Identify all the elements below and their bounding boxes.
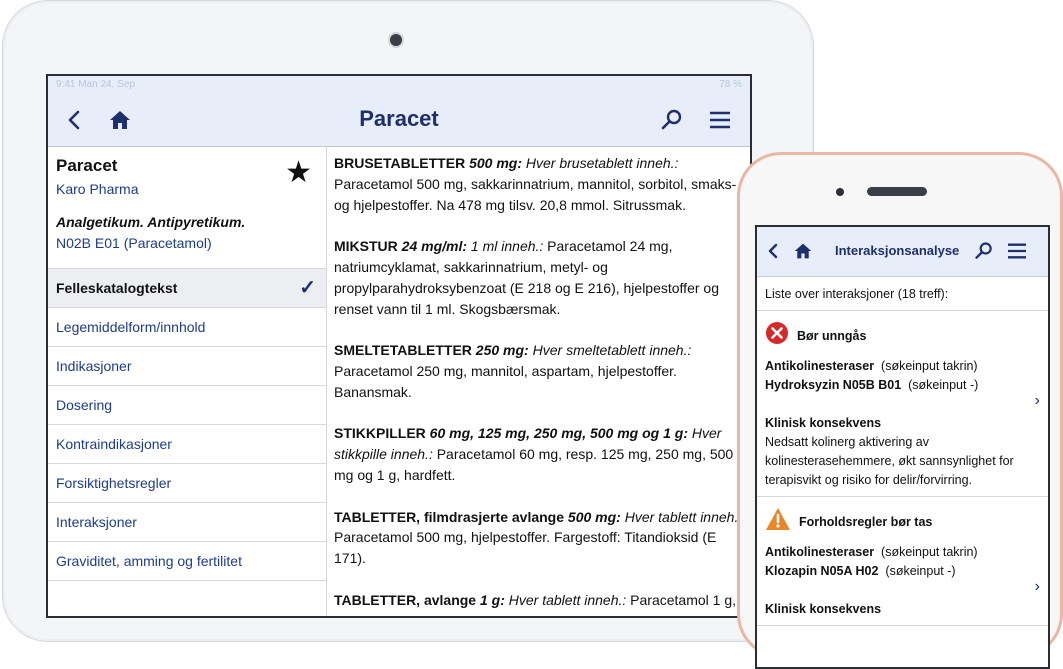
strength: 60 mg, 125 mg, 250 mg, 500 mg og 1 g: bbox=[425, 425, 688, 442]
content-body: Paracetamol 250 mg, mannitol, aspartam, … bbox=[334, 362, 677, 400]
interacting-drug-1: Antikolinesteraser (søkeinput takrin) bbox=[765, 543, 1040, 562]
menu-item-interaksjoner[interactable]: Interaksjoner bbox=[48, 503, 326, 542]
menu-icon[interactable] bbox=[706, 107, 734, 133]
chevron-right-icon[interactable]: › bbox=[1035, 577, 1040, 596]
content-paragraph: STIKKPILLER 60 mg, 125 mg, 250 mg, 500 m… bbox=[334, 423, 744, 485]
drug-name: Antikolinesteraser bbox=[765, 545, 875, 559]
phone-speaker bbox=[867, 187, 927, 196]
menu-item-graviditet[interactable]: Graviditet, amming og fertilitet bbox=[48, 542, 326, 581]
monograph-text: BRUSETABLETTER 500 mg: Hver brusetablett… bbox=[328, 147, 750, 616]
severity-label: Bør unngås bbox=[797, 328, 867, 343]
tablet-screen: 9:41 Man 24. Sep 78 % Paracet Paracet Ka… bbox=[46, 74, 752, 618]
content-intro: Hver tablett inneh.: bbox=[620, 508, 743, 525]
favorite-star-icon[interactable]: ★ bbox=[285, 155, 312, 190]
checkmark-icon: ✓ bbox=[299, 277, 316, 299]
menu-item-legemiddelform[interactable]: Legemiddelform/innhold bbox=[48, 308, 326, 347]
strength: 500 mg: bbox=[465, 155, 522, 171]
menu-item-kontraindikasjoner[interactable]: Kontraindikasjoner bbox=[48, 425, 326, 464]
phone-screen: Interaksjonsanalyse Liste over interaksj… bbox=[755, 225, 1050, 669]
interacting-drug-2: Klozapin N05A H02 (søkeinput -) bbox=[765, 562, 1040, 581]
avoid-error-icon bbox=[765, 321, 789, 351]
tablet-camera bbox=[390, 34, 402, 46]
severity-label: Forholdsregler bør tas bbox=[799, 514, 933, 529]
tablet-nav-bar: Paracet bbox=[48, 94, 750, 147]
drug-atc-link[interactable]: N02B E01 (Paracetamol) bbox=[56, 235, 318, 251]
page-title: Paracet bbox=[359, 106, 439, 131]
phone-camera bbox=[836, 188, 844, 196]
drug-class: Analgetikum. Antipyretikum. bbox=[56, 214, 246, 230]
consequence-text: Nedsatt kolinerg aktivering av kolineste… bbox=[765, 435, 1014, 487]
search-input-note: (søkeinput -) bbox=[885, 564, 956, 578]
consequence-title: Klinisk konsekvens bbox=[765, 416, 882, 430]
menu-item-label: Forsiktighetsregler bbox=[56, 475, 172, 491]
interaction-card[interactable]: Forholdsregler bør tas Antikolinesterase… bbox=[757, 497, 1048, 626]
strength: 250 mg: bbox=[471, 342, 529, 359]
menu-item-label: Graviditet, amming og fertilitet bbox=[56, 553, 242, 569]
form-name: BRUSETABLETTER bbox=[334, 155, 466, 171]
phone-device: Interaksjonsanalyse Liste over interaksj… bbox=[737, 152, 1063, 669]
menu-icon[interactable] bbox=[1007, 242, 1027, 260]
search-input-note: (søkeinput takrin) bbox=[881, 359, 978, 373]
form-name: TABLETTER, filmdrasjerte avlange bbox=[334, 508, 565, 525]
menu-item-forsiktighetsregler[interactable]: Forsiktighetsregler bbox=[48, 464, 326, 503]
drug-name: Paracet bbox=[56, 156, 118, 175]
strength: 24 mg/ml: bbox=[397, 238, 468, 255]
menu-item-felleskatalogtekst[interactable]: Felleskatalogtekst ✓ bbox=[48, 269, 326, 308]
search-icon[interactable] bbox=[658, 107, 686, 133]
interaction-list-header: Liste over interaksjoner (18 treff): bbox=[757, 277, 1048, 311]
menu-item-label: Felleskatalogtekst bbox=[56, 280, 178, 296]
menu-item-empty bbox=[48, 581, 326, 616]
interacting-drug-2: Hydroksyzin N05B B01 (søkeinput -) bbox=[765, 376, 1040, 395]
menu-item-indikasjoner[interactable]: Indikasjoner bbox=[48, 347, 326, 386]
menu-item-label: Interaksjoner bbox=[56, 514, 137, 530]
menu-item-label: Legemiddelform/innhold bbox=[56, 319, 206, 335]
menu-item-dosering[interactable]: Dosering bbox=[48, 386, 326, 425]
content-body: Paracetamol 500 mg, hjelpestoffer. Farge… bbox=[334, 529, 717, 567]
content-intro: Hver smeltetablett inneh.: bbox=[528, 342, 692, 359]
interaction-card[interactable]: Bør unngås Antikolinesteraser (søkeinput… bbox=[757, 311, 1048, 497]
strength: 1 g: bbox=[476, 591, 505, 608]
tablet-device: 9:41 Man 24. Sep 78 % Paracet Paracet Ka… bbox=[2, 0, 814, 642]
form-name: TABLETTER, avlange bbox=[334, 591, 477, 608]
drug-company-link[interactable]: Karo Pharma bbox=[56, 181, 318, 197]
status-time: 9:41 Man 24. Sep bbox=[56, 79, 135, 90]
content-intro: Hver tablett inneh.: bbox=[504, 591, 627, 608]
content-paragraph: BRUSETABLETTER 500 mg: Hver brusetablett… bbox=[334, 153, 744, 215]
status-battery: 78 % bbox=[719, 79, 742, 90]
interacting-drug-1: Antikolinesteraser (søkeinput takrin) bbox=[765, 357, 1040, 376]
warning-icon bbox=[765, 507, 791, 537]
section-menu: Felleskatalogtekst ✓ Legemiddelform/innh… bbox=[48, 268, 326, 616]
content-intro: 1 ml inneh.: bbox=[467, 238, 544, 255]
form-name: MIKSTUR bbox=[334, 238, 398, 255]
content-paragraph: MIKSTUR 24 mg/ml: 1 ml inneh.: Paracetam… bbox=[334, 236, 744, 319]
chevron-right-icon[interactable]: › bbox=[1035, 391, 1040, 410]
form-name: SMELTETABLETTER bbox=[334, 342, 472, 359]
search-input-note: (søkeinput -) bbox=[908, 378, 979, 392]
drug-name: Klozapin N05A H02 bbox=[765, 564, 879, 578]
content-paragraph: TABLETTER, avlange 1 g: Hver tablett inn… bbox=[334, 590, 744, 616]
drug-header: Paracet Karo Pharma ★ Analgetikum. Antip… bbox=[48, 147, 326, 257]
tablet-status-bar: 9:41 Man 24. Sep 78 % bbox=[48, 76, 750, 94]
search-input-note: (søkeinput takrin) bbox=[881, 545, 978, 559]
phone-page-title: Interaksjonsanalyse bbox=[835, 243, 960, 258]
drug-name: Hydroksyzin N05B B01 bbox=[765, 378, 902, 392]
back-icon[interactable] bbox=[767, 243, 779, 259]
sidebar: Paracet Karo Pharma ★ Analgetikum. Antip… bbox=[48, 147, 327, 616]
menu-item-label: Indikasjoner bbox=[56, 358, 132, 374]
content-intro: Hver brusetablett inneh.: bbox=[522, 155, 679, 171]
drug-name: Antikolinesteraser bbox=[765, 359, 875, 373]
severity-row: Forholdsregler bør tas bbox=[765, 507, 1040, 537]
phone-nav-bar: Interaksjonsanalyse bbox=[757, 227, 1048, 277]
strength: 500 mg: bbox=[564, 508, 621, 525]
menu-item-label: Dosering bbox=[56, 397, 113, 413]
menu-item-label: Kontraindikasjoner bbox=[56, 436, 172, 452]
form-name: STIKKPILLER bbox=[334, 425, 426, 442]
consequence-title: Klinisk konsekvens bbox=[765, 602, 882, 616]
content-paragraph: TABLETTER, filmdrasjerte avlange 500 mg:… bbox=[334, 507, 744, 569]
search-icon[interactable] bbox=[974, 241, 994, 261]
severity-row: Bør unngås bbox=[765, 321, 1040, 351]
home-icon[interactable] bbox=[793, 242, 813, 260]
content-body: Paracetamol 500 mg, sakkarinnatrium, man… bbox=[334, 175, 737, 213]
content-paragraph: SMELTETABLETTER 250 mg: Hver smeltetable… bbox=[334, 340, 744, 402]
